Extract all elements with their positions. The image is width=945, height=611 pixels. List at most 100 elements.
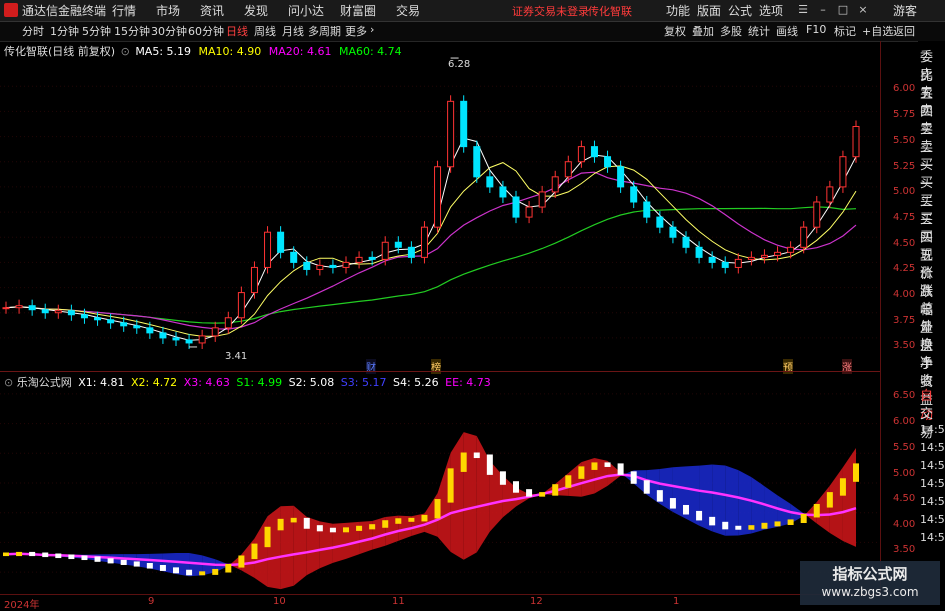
indicator-bar — [107, 558, 114, 564]
candle-body — [682, 236, 690, 248]
tab-monthly[interactable]: 月线 — [282, 23, 304, 39]
axis-tick: 3.75 — [893, 315, 916, 326]
close-icon[interactable]: × — [856, 3, 870, 17]
tab-multiperiod[interactable]: 多周期 — [308, 23, 341, 39]
indicator-panel[interactable]: ⊙ 乐淘公式网 X1: 4.81 X2: 4.72 X3: 4.63 S1: 4… — [0, 372, 880, 594]
tab-60min[interactable]: 60分钟 — [188, 23, 224, 39]
axis-tick: 6.50 — [893, 390, 916, 401]
candle-body — [669, 226, 677, 238]
indicator-bar — [735, 525, 742, 530]
indicator-bar — [552, 484, 559, 496]
menu-trade[interactable]: 交易 — [396, 2, 420, 19]
axis-tick: 5.75 — [893, 109, 916, 120]
candle-body — [852, 126, 860, 158]
tab-daily[interactable]: 日线 — [226, 23, 248, 39]
axis-tick: 3.50 — [893, 340, 916, 351]
indicator-bar — [290, 517, 297, 523]
skin-icon[interactable]: ☰ — [796, 3, 810, 17]
candle-body — [774, 251, 782, 256]
bull-band — [293, 505, 307, 586]
mark-button[interactable]: 标记 — [834, 23, 856, 39]
indicator-bar — [329, 527, 336, 533]
trade-time: 14:56 — [920, 513, 945, 526]
candle-body — [447, 100, 455, 168]
axis-tick: 6.00 — [893, 83, 916, 94]
candle-body — [198, 335, 206, 344]
tab-30min[interactable]: 30分钟 — [151, 23, 187, 39]
candle-body — [250, 266, 258, 294]
watermark-title: 指标公式网 — [832, 565, 908, 583]
candle-body — [237, 292, 245, 319]
f10-button[interactable]: F10 — [806, 23, 826, 36]
indicator-bar — [16, 551, 23, 557]
menu-market[interactable]: 市场 — [156, 2, 180, 19]
candle-body — [407, 246, 415, 258]
indicator-bar — [251, 543, 258, 560]
menu-discover[interactable]: 发现 — [244, 2, 268, 19]
candle-body — [381, 241, 389, 260]
candle-body — [133, 325, 141, 329]
candle-body — [473, 146, 481, 178]
menu-wealth[interactable]: 财富圈 — [340, 2, 376, 19]
user-guest[interactable]: 游客 — [893, 2, 917, 19]
app-name: 通达信金融终端 — [22, 4, 107, 18]
tab-more[interactable]: 更多 — [345, 23, 367, 39]
candle-body — [67, 310, 75, 316]
indicator-bar — [133, 561, 140, 567]
axis-tick: 4.50 — [893, 493, 916, 504]
menu-options[interactable]: 选项 — [759, 2, 783, 19]
candle-body — [394, 241, 402, 248]
tab-5min[interactable]: 5分钟 — [82, 23, 111, 39]
draw-button[interactable]: 画线 — [776, 23, 798, 39]
indicator-bar — [539, 492, 546, 497]
menu-news[interactable]: 资讯 — [200, 2, 224, 19]
candle-body — [107, 319, 115, 324]
login-notice[interactable]: 证券交易未登录 — [512, 3, 589, 19]
title-bar: 通达信金融终端 行情 市场 资讯 发现 问小达 财富圈 交易 证券交易未登录 传… — [0, 0, 945, 22]
candle-body — [211, 327, 219, 337]
indicator-chart[interactable] — [0, 372, 880, 594]
adjust-button[interactable]: 复权 — [664, 23, 686, 39]
indicator-bar — [55, 553, 62, 559]
menu-function[interactable]: 功能 — [666, 2, 690, 19]
add-watchlist-button[interactable]: +自选 — [862, 23, 893, 39]
tab-15min[interactable]: 15分钟 — [114, 23, 150, 39]
menu-layout[interactable]: 版面 — [697, 2, 721, 19]
indicator-bar — [826, 492, 833, 508]
watermark-banner: 指标公式网 www.zbgs3.com — [800, 561, 940, 605]
tab-1min[interactable]: 1分钟 — [50, 23, 79, 39]
indicator-bar — [94, 556, 101, 562]
candle-body — [551, 176, 559, 193]
candle-body — [617, 166, 625, 188]
tab-weekly[interactable]: 周线 — [254, 23, 276, 39]
axis-tick: 5.25 — [893, 161, 916, 172]
trade-time: 14:56 — [920, 441, 945, 454]
candle-body — [159, 332, 167, 339]
maximize-icon[interactable]: □ — [836, 3, 850, 17]
main-chart-panel[interactable]: 传化智联(日线 前复权) ⊙ MA5: 5.19 MA10: 4.90 MA20… — [0, 41, 880, 374]
indicator-bar — [604, 462, 611, 467]
multi-stock-button[interactable]: 多股 — [720, 23, 742, 39]
date-tick: 9 — [148, 596, 155, 607]
statistics-button[interactable]: 统计 — [748, 23, 770, 39]
overlay-button[interactable]: 叠加 — [692, 23, 714, 39]
candle-body — [721, 261, 729, 268]
tab-timeshare[interactable]: 分时 — [22, 23, 44, 39]
menu-ask[interactable]: 问小达 — [288, 2, 324, 19]
indicator-bar — [787, 519, 794, 525]
candle-body — [630, 186, 638, 203]
indicator-bar — [434, 499, 441, 519]
back-button[interactable]: 返回 — [893, 23, 915, 39]
candle-body — [695, 246, 703, 258]
indicator-bar — [264, 526, 271, 548]
menu-formula[interactable]: 公式 — [728, 2, 752, 19]
menu-quotes[interactable]: 行情 — [112, 2, 136, 19]
chevron-right-icon[interactable]: › — [370, 23, 374, 36]
candlestick-chart[interactable] — [0, 41, 880, 371]
minimize-icon[interactable]: – — [816, 3, 830, 17]
ma5-line — [5, 137, 857, 341]
candle-body — [604, 156, 612, 168]
axis-tick: 5.00 — [893, 186, 916, 197]
indicator-bar — [513, 481, 519, 493]
indicator-bar — [173, 567, 179, 574]
